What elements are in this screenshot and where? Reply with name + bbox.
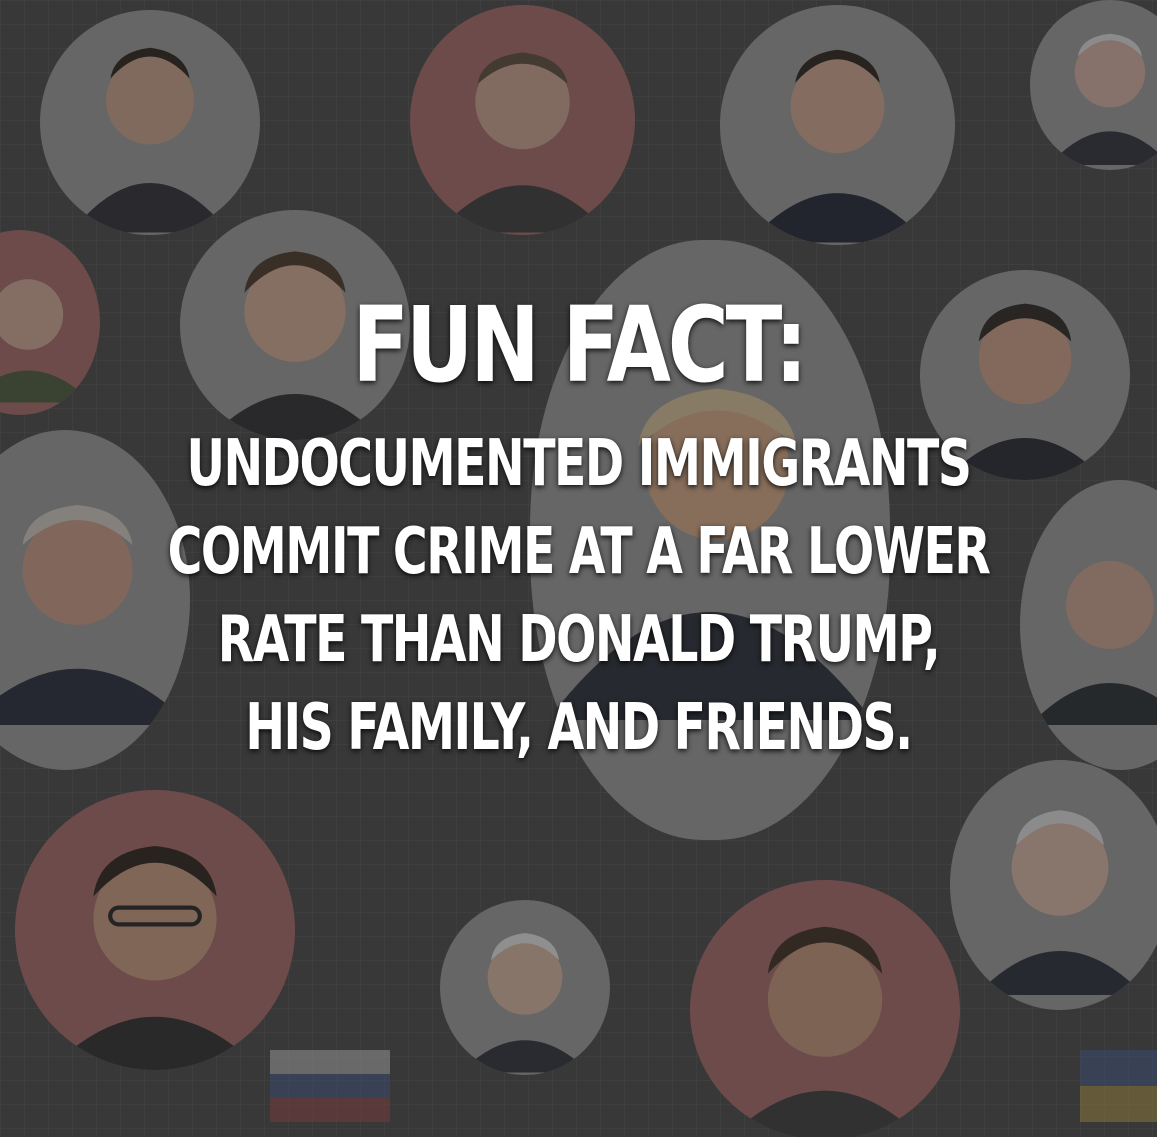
caption-line-4: HIS FAMILY, AND FRIENDS. <box>245 691 913 765</box>
caption-line-3: RATE THAN DONALD TRUMP, <box>217 603 941 677</box>
headline: FUN FACT: <box>352 284 808 406</box>
meme-canvas: FUN FACT: UNDOCUMENTED IMMIGRANTS COMMIT… <box>0 0 1157 1137</box>
caption-line-2: COMMIT CRIME AT A FAR LOWER <box>167 515 991 589</box>
caption-line-1: UNDOCUMENTED IMMIGRANTS <box>186 427 972 501</box>
meme-caption: FUN FACT: UNDOCUMENTED IMMIGRANTS COMMIT… <box>0 270 1157 772</box>
